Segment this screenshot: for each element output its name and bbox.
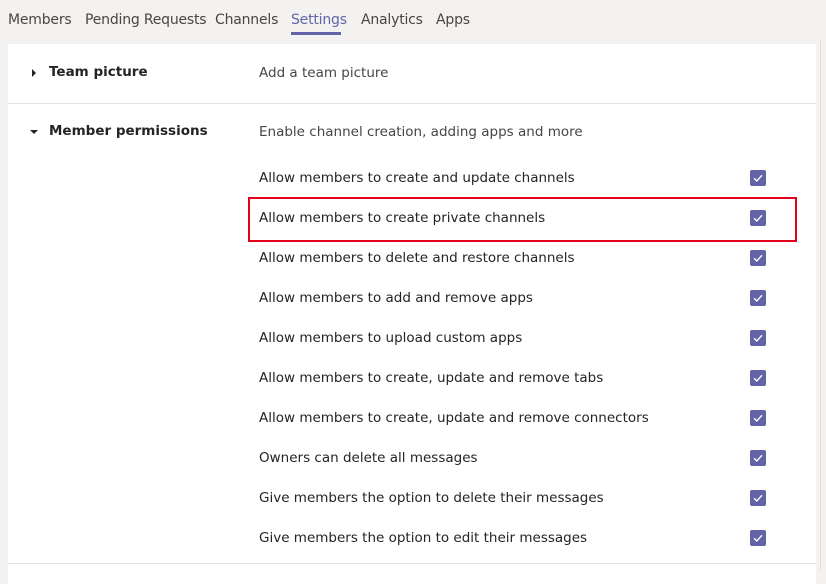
checkmark-icon — [753, 174, 763, 183]
permission-checkbox[interactable] — [750, 290, 766, 306]
permission-checkbox[interactable] — [750, 410, 766, 426]
permission-label: Allow members to add and remove apps — [259, 290, 533, 306]
team-picture-description: Add a team picture — [259, 65, 389, 81]
tab-bar: Members Pending Requests Channels Settin… — [0, 0, 826, 36]
scrollbar-track — [820, 40, 821, 571]
checkmark-icon — [753, 334, 763, 343]
permission-label: Give members the option to delete their … — [259, 490, 604, 506]
checkmark-icon — [753, 454, 763, 463]
permission-label: Owners can delete all messages — [259, 450, 478, 466]
permission-label: Allow members to delete and restore chan… — [259, 250, 575, 266]
member-permissions-description: Enable channel creation, adding apps and… — [259, 124, 583, 140]
section-divider — [8, 103, 816, 104]
tab-pending-requests[interactable]: Pending Requests — [85, 12, 207, 28]
checkmark-icon — [753, 494, 763, 503]
collapse-caret-icon[interactable] — [30, 130, 38, 134]
permission-label: Give members the option to edit their me… — [259, 530, 588, 546]
checkmark-icon — [753, 414, 763, 423]
permission-checkbox[interactable] — [750, 370, 766, 386]
permission-label: Allow members to create, update and remo… — [259, 410, 649, 426]
permission-label: Allow members to upload custom apps — [259, 330, 523, 346]
permission-checkbox[interactable] — [750, 530, 766, 546]
team-picture-title[interactable]: Team picture — [49, 64, 148, 80]
permission-checkbox[interactable] — [750, 250, 766, 266]
checkmark-icon — [753, 534, 763, 543]
tab-members[interactable]: Members — [8, 12, 72, 28]
tab-settings[interactable]: Settings — [291, 12, 347, 28]
permission-label: Allow members to create, update and remo… — [259, 370, 604, 386]
permission-checkbox[interactable] — [750, 170, 766, 186]
checkmark-icon — [753, 254, 763, 263]
permission-checkbox[interactable] — [750, 490, 766, 506]
active-tab-indicator — [291, 32, 341, 35]
scrollbar[interactable] — [816, 36, 826, 571]
checkmark-icon — [753, 374, 763, 383]
section-divider — [8, 563, 816, 564]
tab-channels[interactable]: Channels — [215, 12, 278, 28]
permission-label: Allow members to create and update chann… — [259, 170, 575, 186]
permission-checkbox[interactable] — [750, 330, 766, 346]
expand-caret-icon[interactable] — [32, 69, 36, 77]
tab-analytics[interactable]: Analytics — [361, 12, 423, 28]
highlight-box — [248, 197, 797, 242]
checkmark-icon — [753, 294, 763, 303]
permission-checkbox[interactable] — [750, 450, 766, 466]
tab-apps[interactable]: Apps — [436, 12, 470, 28]
member-permissions-title[interactable]: Member permissions — [49, 123, 208, 139]
